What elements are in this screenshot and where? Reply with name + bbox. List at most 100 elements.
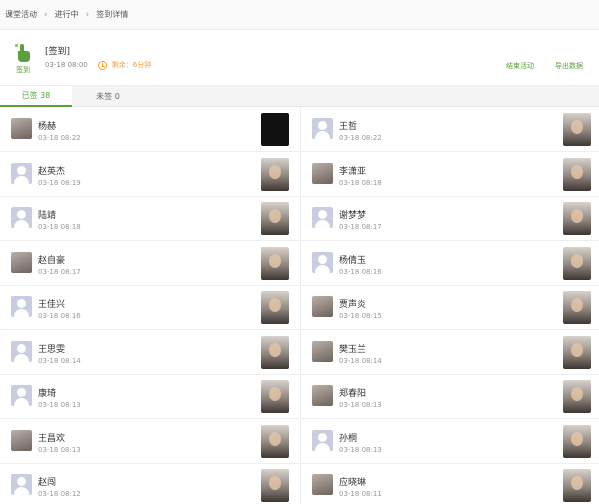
checkin-record[interactable]: 杨倩玉 03-18 08:16 (300, 241, 599, 286)
breadcrumb-item-activities[interactable]: 课堂活动 (5, 9, 37, 20)
avatar (11, 385, 32, 406)
checkin-record[interactable]: 陆靖 03-18 08:18 (0, 197, 299, 241)
student-name: 谢梦梦 (339, 211, 367, 221)
checkin-photo[interactable] (563, 157, 591, 191)
checkin-time: 03-18 08:15 (339, 312, 382, 320)
checkin-time: 03-18 08:17 (38, 267, 81, 276)
avatar (11, 162, 32, 184)
checkin-photo[interactable] (261, 424, 289, 458)
checkin-time: 03-18 08:11 (339, 490, 382, 498)
checkin-time: 03-18 08:14 (38, 356, 81, 365)
student-name: 王哲 (339, 122, 358, 132)
checkin-time: 03-18 08:17 (339, 223, 382, 231)
breadcrumb-item-current: 签到详情 (96, 10, 129, 19)
breadcrumb: 课堂活动 › 进行中 › 签到详情 (0, 0, 599, 30)
checkin-time: 03-18 08:13 (38, 401, 81, 409)
checkin-record[interactable]: 王昌欢 03-18 08:13 (0, 420, 299, 464)
checkin-record[interactable]: 郑春阳 03-18 08:13 (300, 375, 599, 419)
activity-title: [签到] (45, 47, 71, 57)
checkin-record[interactable]: 赵自豪 03-18 08:17 (0, 242, 299, 286)
checkin-photo[interactable] (563, 424, 591, 458)
checkin-photo[interactable] (563, 291, 591, 324)
checkin-photo[interactable] (261, 157, 289, 191)
avatar (11, 251, 32, 273)
checkin-record[interactable]: 赵英杰 03-18 08:19 (0, 153, 299, 197)
avatar (11, 296, 32, 317)
checkin-photo[interactable] (563, 335, 591, 369)
checkin-photo[interactable] (261, 469, 289, 502)
clock-icon (97, 60, 107, 70)
activity-meta: 03-18 08:00 剩余：6分钟 (45, 60, 151, 70)
checkin-icon-label: 签到 (16, 66, 30, 74)
avatar (312, 296, 333, 317)
checkin-record[interactable]: 李潇亚 03-18 08:18 (300, 152, 599, 197)
avatar (312, 474, 333, 495)
chevron-right-icon: › (44, 9, 48, 20)
student-name: 杨倩玉 (339, 255, 367, 266)
activity-start-time: 03-18 08:00 (45, 61, 88, 69)
avatar (312, 251, 333, 273)
avatar (312, 429, 333, 451)
student-name: 杨赫 (38, 122, 57, 132)
student-name: 李潇亚 (339, 166, 367, 177)
end-activity-button[interactable]: 结束活动 (506, 61, 534, 71)
avatar (11, 474, 32, 495)
activity-actions: 结束活动 导出数据 (506, 61, 583, 71)
checkin-time: 03-18 08:13 (339, 401, 382, 409)
student-name: 赵闯 (38, 478, 57, 488)
student-name: 康琦 (38, 389, 57, 399)
checkin-photo[interactable] (261, 380, 289, 413)
hand-tap-icon (15, 44, 30, 62)
export-data-button[interactable]: 导出数据 (555, 61, 583, 71)
student-name: 贾声炎 (339, 300, 367, 310)
checkin-time: 03-18 08:22 (339, 134, 382, 142)
checkin-record[interactable]: 王佳兴 03-18 08:16 (0, 286, 299, 330)
checkin-photo[interactable] (261, 246, 289, 280)
checkin-time: 03-18 08:13 (339, 445, 382, 454)
avatar (11, 118, 32, 139)
avatar (11, 429, 32, 451)
student-name: 赵自豪 (38, 255, 66, 266)
tab-checked-in[interactable]: 已签 38 (0, 86, 72, 107)
checkin-record[interactable]: 樊玉兰 03-18 08:14 (300, 330, 599, 375)
student-name: 赵英杰 (38, 166, 66, 177)
checkin-photo[interactable] (261, 113, 289, 146)
student-name: 王思雯 (38, 344, 66, 355)
student-name: 王佳兴 (38, 300, 66, 310)
student-name: 陆靖 (38, 211, 57, 221)
checkin-record[interactable]: 杨赫 03-18 08:22 (0, 108, 299, 152)
breadcrumb-item-ongoing[interactable]: 进行中 (55, 9, 79, 20)
checkin-record[interactable]: 王哲 03-18 08:22 (300, 108, 599, 152)
avatar (312, 118, 333, 139)
checkin-photo[interactable] (563, 113, 591, 146)
checkin-photo[interactable] (563, 246, 591, 280)
checkin-record[interactable]: 贾声炎 03-18 08:15 (300, 286, 599, 330)
checkin-record[interactable]: 谢梦梦 03-18 08:17 (300, 197, 599, 241)
checkin-time: 03-18 08:16 (38, 312, 81, 320)
checkin-time: 03-18 08:22 (38, 134, 81, 142)
checkin-photo[interactable] (563, 202, 591, 235)
checkin-photo[interactable] (563, 380, 591, 413)
checkin-photo[interactable] (261, 335, 289, 369)
checkin-activity-icon: 签到 (10, 42, 36, 82)
checkin-time: 03-18 08:18 (38, 223, 81, 231)
checkin-photo[interactable] (261, 291, 289, 324)
checkin-time: 03-18 08:19 (38, 178, 81, 187)
checkin-record[interactable]: 应晓琳 03-18 08:11 (300, 464, 599, 504)
checkin-time: 03-18 08:13 (38, 445, 81, 454)
checkin-record[interactable]: 王思雯 03-18 08:14 (0, 331, 299, 375)
checkin-tabs: 已签 38 未签 0 (0, 86, 599, 107)
checkin-record[interactable]: 孙桐 03-18 08:13 (300, 419, 599, 464)
checkin-record[interactable]: 赵闯 03-18 08:12 (0, 464, 299, 504)
avatar (11, 207, 32, 228)
checkin-time: 03-18 08:14 (339, 356, 382, 365)
tab-not-checked-in[interactable]: 未签 0 (72, 86, 144, 107)
student-name: 郑春阳 (339, 389, 367, 399)
student-name: 王昌欢 (38, 433, 66, 444)
checkin-record[interactable]: 康琦 03-18 08:13 (0, 375, 299, 419)
checkin-photo[interactable] (261, 202, 289, 235)
checkin-photo[interactable] (563, 469, 591, 502)
avatar (312, 207, 333, 228)
activity-remaining: 剩余：6分钟 (111, 61, 152, 69)
checkin-time: 03-18 08:18 (339, 178, 382, 187)
